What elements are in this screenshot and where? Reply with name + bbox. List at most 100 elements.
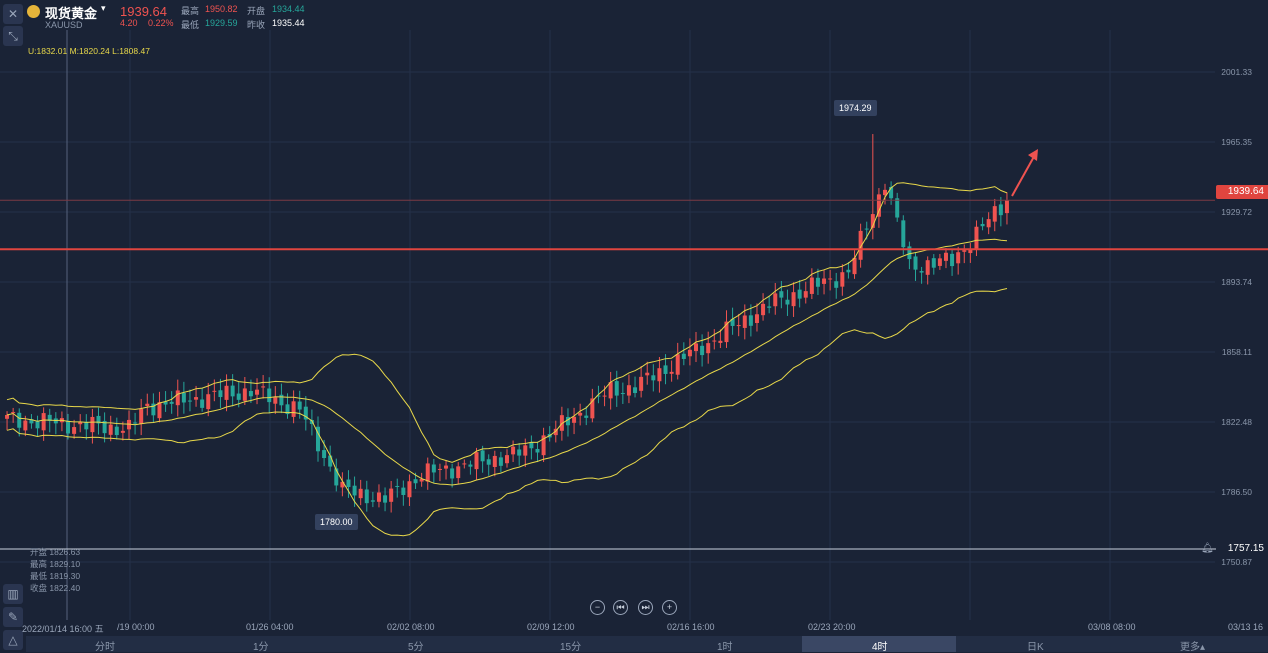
candle-body bbox=[187, 400, 192, 402]
tab-daily[interactable]: 日K bbox=[1027, 638, 1044, 653]
y-tick: 1965.35 bbox=[1221, 137, 1252, 147]
tab-more[interactable]: 更多▴ bbox=[1180, 638, 1205, 653]
indicator-icon[interactable]: ▥ bbox=[3, 584, 23, 604]
candle-body bbox=[401, 487, 406, 495]
candle-body bbox=[754, 314, 759, 323]
candle-body bbox=[797, 289, 802, 299]
current-price-tag: 1939.64 bbox=[1216, 185, 1268, 199]
candle-body bbox=[913, 256, 918, 270]
candle-body bbox=[66, 420, 71, 434]
low-value: 1929.59 bbox=[205, 18, 238, 28]
tab-15min[interactable]: 15分 bbox=[560, 638, 581, 653]
candle-body bbox=[364, 489, 369, 504]
candle-body bbox=[157, 402, 162, 419]
candle-body bbox=[169, 401, 174, 404]
x-tick: 02/09 12:00 bbox=[527, 622, 575, 632]
candle-body bbox=[639, 376, 644, 391]
candle-body bbox=[84, 421, 89, 430]
tab-timeshare[interactable]: 分时 bbox=[95, 638, 115, 653]
candle-body bbox=[474, 452, 479, 470]
bell-icon[interactable]: 🔔︎ bbox=[1201, 543, 1214, 554]
candle-body bbox=[492, 455, 497, 467]
candle-body bbox=[346, 479, 351, 488]
candle-body bbox=[468, 464, 473, 467]
symbol-code: XAUUSD bbox=[45, 20, 83, 30]
candle-body bbox=[200, 399, 205, 408]
zoom-out-button[interactable]: − bbox=[590, 600, 605, 615]
candle-body bbox=[450, 468, 455, 479]
candle-body bbox=[803, 291, 808, 298]
candle-body bbox=[383, 495, 388, 503]
candle-body bbox=[395, 485, 400, 487]
candle-body bbox=[773, 293, 778, 307]
candle-body bbox=[17, 412, 22, 428]
candle-body bbox=[5, 414, 10, 419]
candle-body bbox=[633, 387, 638, 394]
bollinger-upper bbox=[6, 182, 1008, 463]
bollinger-lower bbox=[6, 288, 1008, 537]
candle-body bbox=[974, 226, 979, 249]
candle-body bbox=[663, 365, 668, 374]
candle-body bbox=[41, 413, 46, 431]
candle-body bbox=[901, 220, 906, 248]
collapse-icon[interactable]: ⤡ bbox=[3, 26, 23, 46]
candle-body bbox=[834, 281, 839, 288]
tab-1hour[interactable]: 1时 bbox=[717, 638, 733, 653]
candle-body bbox=[145, 403, 150, 406]
tab-1min[interactable]: 1分 bbox=[253, 638, 269, 653]
candle-body bbox=[840, 272, 845, 287]
candle-body bbox=[584, 415, 589, 418]
candle-body bbox=[742, 315, 747, 328]
candle-body bbox=[864, 228, 869, 230]
candle-body bbox=[791, 292, 796, 307]
candle-body bbox=[370, 500, 375, 502]
candle-body bbox=[602, 395, 607, 397]
candle-body bbox=[224, 385, 229, 400]
candle-body bbox=[681, 353, 686, 359]
candle-body bbox=[998, 204, 1003, 216]
tab-5min[interactable]: 5分 bbox=[408, 638, 424, 653]
candle-body bbox=[505, 455, 509, 464]
candle-body bbox=[1004, 200, 1009, 214]
chart-type-icon[interactable]: △ bbox=[3, 630, 23, 650]
x-tick: 02/23 20:00 bbox=[808, 622, 856, 632]
candle-body bbox=[748, 315, 753, 326]
candle-body bbox=[23, 420, 28, 431]
candle-body bbox=[181, 392, 186, 403]
candle-body bbox=[657, 368, 662, 382]
candle-body bbox=[931, 258, 936, 268]
candle-body bbox=[815, 277, 820, 287]
zoom-in-button[interactable]: + bbox=[662, 600, 677, 615]
symbol-dropdown-icon[interactable]: ▾ bbox=[101, 3, 106, 14]
draw-tool-icon[interactable]: ✎ bbox=[3, 607, 23, 627]
tab-4hour[interactable]: 4时 bbox=[872, 638, 888, 653]
candle-body bbox=[212, 390, 217, 392]
alert-line-tag[interactable]: 1757.15 bbox=[1216, 542, 1268, 556]
candle-body bbox=[687, 349, 692, 357]
candle-body bbox=[322, 450, 327, 459]
close-icon[interactable]: ✕ bbox=[3, 4, 23, 24]
gold-coin-icon bbox=[27, 5, 40, 18]
x-tick: 01/26 04:00 bbox=[246, 622, 294, 632]
candle-body bbox=[718, 340, 723, 343]
candle-body bbox=[523, 445, 528, 456]
candle-body bbox=[614, 381, 619, 396]
scroll-start-button[interactable]: ⏮ bbox=[613, 600, 628, 615]
candle-body bbox=[986, 219, 991, 228]
candle-body bbox=[937, 258, 942, 266]
y-tick: 1893.74 bbox=[1221, 277, 1252, 287]
x-tick: /19 00:00 bbox=[117, 622, 155, 632]
candlestick-chart[interactable] bbox=[0, 0, 1268, 652]
open-value: 1934.44 bbox=[272, 4, 305, 14]
x-tick: 03/13 16 bbox=[1228, 622, 1264, 632]
candle-body bbox=[437, 468, 442, 470]
high-callout: 1974.29 bbox=[834, 100, 877, 116]
last-price: 1939.64 bbox=[120, 4, 167, 19]
bollinger-readout: U:1832.01 M:1820.24 L:1808.47 bbox=[28, 46, 150, 56]
cursor-high: 最高 1829.10 bbox=[30, 559, 81, 569]
candle-body bbox=[444, 465, 449, 469]
scroll-end-button[interactable]: ⏭ bbox=[638, 600, 653, 615]
candle-body bbox=[992, 206, 997, 222]
candle-body bbox=[517, 449, 522, 456]
candle-body bbox=[980, 223, 985, 227]
